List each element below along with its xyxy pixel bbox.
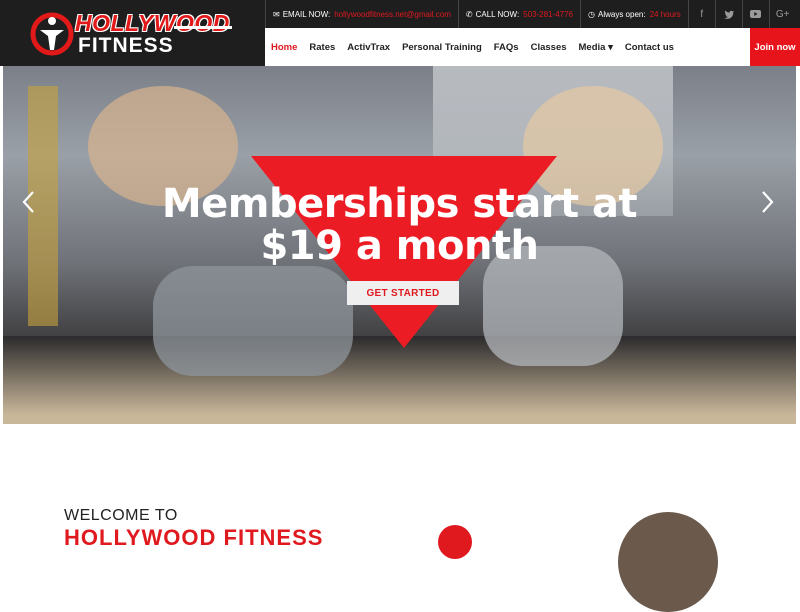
envelope-icon: ✉ [273, 9, 280, 19]
phone-contact[interactable]: ✆ CALL NOW: 503-281-4776 [457, 0, 580, 28]
hours-value: 24 hours [649, 9, 681, 19]
nav-item-personal-training[interactable]: Personal Training [396, 42, 488, 53]
site-header: HOLLYWOOD FITNESS ✉ EMAIL NOW: hollywood… [0, 0, 800, 66]
nav-item-rates[interactable]: Rates [303, 42, 341, 53]
hours-label: Always open: [597, 9, 646, 19]
hero-headline: Memberships start at $19 a month [3, 183, 796, 267]
hero-headline-line1: Memberships start at [161, 181, 638, 227]
nav-item-contact[interactable]: Contact us [619, 42, 680, 53]
email-contact[interactable]: ✉ EMAIL NOW: hollywoodfitness.net@gmail.… [265, 0, 458, 28]
hero-headline-line2: $19 a month [260, 223, 539, 269]
hero-photo-floor [3, 336, 796, 424]
red-circle-badge [438, 525, 472, 559]
main-nav: Home Rates ActivTrax Personal Training F… [265, 28, 750, 66]
logo[interactable]: HOLLYWOOD FITNESS [30, 6, 235, 60]
circular-photo [618, 512, 718, 612]
hours-info: ◷ Always open: 24 hours [580, 0, 688, 28]
nav-item-activtrax[interactable]: ActivTrax [341, 42, 396, 53]
nav-item-home[interactable]: Home [265, 42, 303, 53]
email-link[interactable]: hollywoodfitness.net@gmail.com [334, 10, 451, 19]
twitter-icon[interactable] [714, 0, 742, 28]
phone-icon: ✆ [465, 9, 473, 19]
youtube-icon[interactable] [741, 0, 769, 28]
nav-item-media[interactable]: Media ▾ [573, 42, 619, 53]
facebook-icon[interactable]: f [687, 0, 715, 28]
nav-item-classes[interactable]: Classes [525, 42, 573, 53]
welcome-heading: WELCOME TO [64, 507, 178, 524]
google-plus-icon[interactable]: G+ [768, 0, 796, 28]
welcome-brand-heading: HOLLYWOOD FITNESS [64, 525, 324, 550]
logo-divider [174, 26, 232, 29]
call-label: CALL NOW: [475, 9, 520, 19]
join-now-button[interactable]: Join now [750, 28, 800, 66]
clock-icon: ◷ [588, 9, 595, 19]
nav-item-faqs[interactable]: FAQs [488, 42, 525, 53]
hero-slider: Memberships start at $19 a month GET STA… [3, 66, 796, 424]
logo-figure-icon [30, 12, 74, 56]
email-label: EMAIL NOW: [282, 9, 331, 19]
get-started-button[interactable]: GET STARTED [347, 281, 459, 305]
logo-text-fitness: FITNESS [78, 34, 174, 57]
top-contact-bar: ✉ EMAIL NOW: hollywoodfitness.net@gmail.… [265, 0, 800, 28]
chevron-right-icon[interactable] [761, 190, 775, 218]
logo-text-hollywood: HOLLYWOOD [75, 10, 230, 36]
phone-link[interactable]: 503-281-4776 [523, 10, 573, 19]
chevron-left-icon[interactable] [21, 190, 35, 218]
